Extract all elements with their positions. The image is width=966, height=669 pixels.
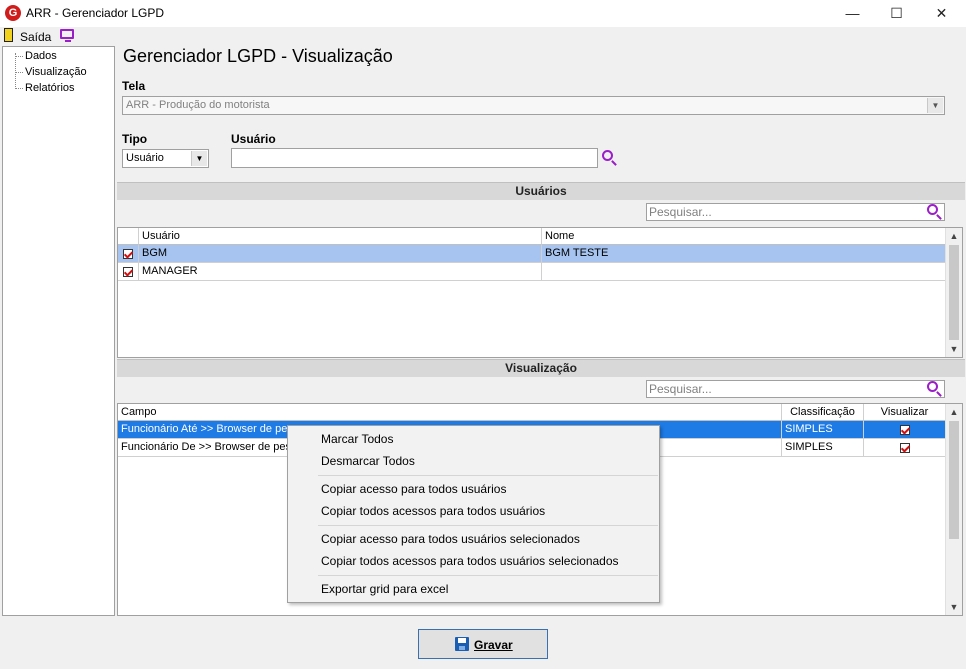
- row-checkbox[interactable]: [123, 249, 133, 259]
- page-title: Gerenciador LGPD - Visualização: [123, 46, 393, 66]
- menu-item-copiar-todos-acessos-todos[interactable]: Copiar todos acessos para todos usuários: [321, 504, 545, 518]
- magnifier-lens: [927, 204, 938, 215]
- cell-nome: BGM TESTE: [542, 245, 946, 263]
- cell-classificacao: SIMPLES: [782, 439, 864, 457]
- row-checkbox-cell[interactable]: [118, 245, 139, 263]
- view-grid-header-classificacao[interactable]: Classificação: [782, 404, 864, 421]
- tree-branch: [15, 72, 23, 73]
- close-button[interactable]: ✕: [919, 0, 964, 27]
- view-grid-header-visualizar[interactable]: Visualizar: [864, 404, 946, 421]
- tela-label: Tela: [122, 79, 146, 93]
- visualizar-checkbox[interactable]: [900, 425, 910, 435]
- cell-visualizar[interactable]: [864, 421, 946, 439]
- magnifier-handle: [936, 214, 942, 220]
- app-logo-icon: G: [5, 5, 21, 21]
- sidebar-item-visualizacao[interactable]: Visualização: [25, 66, 87, 78]
- cell-visualizar[interactable]: [864, 439, 946, 457]
- toolbar: [0, 27, 966, 45]
- row-checkbox[interactable]: [123, 267, 133, 277]
- tipo-select[interactable]: Usuário ▼: [122, 149, 209, 168]
- menu-item-marcar-todos[interactable]: Marcar Todos: [321, 432, 393, 446]
- users-grid-header-usuario[interactable]: Usuário: [139, 228, 542, 245]
- view-search-input[interactable]: Pesquisar...: [646, 380, 945, 398]
- view-grid-header-campo[interactable]: Campo: [118, 404, 782, 421]
- row-checkbox-cell[interactable]: [118, 263, 139, 281]
- maximize-button[interactable]: ☐: [874, 0, 919, 27]
- tela-select-value: ARR - Produção do motorista: [126, 99, 270, 111]
- tela-select[interactable]: ARR - Produção do motorista ▼: [122, 96, 945, 115]
- tipo-select-value: Usuário: [126, 152, 164, 164]
- minimize-button[interactable]: —: [830, 0, 875, 27]
- cell-nome: [542, 263, 946, 281]
- window-title: ARR - Gerenciador LGPD: [26, 6, 165, 20]
- monitor-stand: [65, 40, 71, 42]
- scroll-up-icon[interactable]: ▲: [946, 404, 962, 420]
- usuario-input[interactable]: [231, 148, 598, 168]
- menu-item-copiar-acesso-todos[interactable]: Copiar acesso para todos usuários: [321, 482, 506, 496]
- chevron-down-icon: ▼: [191, 151, 207, 166]
- scroll-up-icon[interactable]: ▲: [946, 228, 962, 244]
- sidebar-item-relatorios[interactable]: Relatórios: [25, 82, 75, 94]
- menu-separator: [318, 525, 658, 526]
- monitor-icon[interactable]: [60, 29, 74, 39]
- save-button-label: Gravar: [474, 638, 513, 652]
- users-grid: Usuário Nome BGM BGM TESTE MANAGER ▲ ▼: [117, 227, 963, 358]
- cell-classificacao: SIMPLES: [782, 421, 864, 439]
- users-section-header: Usuários: [117, 182, 965, 200]
- tipo-label: Tipo: [122, 132, 148, 146]
- magnifier-handle: [611, 160, 617, 166]
- scroll-thumb[interactable]: [949, 421, 959, 539]
- view-section-header: Visualização: [117, 359, 965, 377]
- save-button[interactable]: Gravar: [418, 629, 548, 659]
- users-search-input[interactable]: Pesquisar...: [646, 203, 945, 221]
- usuario-label: Usuário: [231, 132, 276, 146]
- users-grid-check-header: [118, 228, 139, 245]
- usuario-search-icon[interactable]: [602, 150, 620, 168]
- scroll-thumb[interactable]: [949, 245, 959, 340]
- users-search-icon[interactable]: [927, 204, 945, 222]
- menu-separator: [318, 575, 658, 576]
- menu-item-copiar-todos-acessos-selecionados[interactable]: Copiar todos acessos para todos usuários…: [321, 554, 619, 568]
- magnifier-lens: [927, 381, 938, 392]
- menu-separator: [318, 475, 658, 476]
- tree-connector: [15, 53, 16, 89]
- tree-branch: [15, 88, 23, 89]
- menu-item-copiar-acesso-selecionados[interactable]: Copiar acesso para todos usuários seleci…: [321, 532, 580, 546]
- scroll-down-icon[interactable]: ▼: [946, 599, 962, 615]
- cell-usuario: BGM: [139, 245, 542, 263]
- visualizar-checkbox[interactable]: [900, 443, 910, 453]
- users-grid-header-nome[interactable]: Nome: [542, 228, 946, 245]
- exit-button[interactable]: Saída: [20, 30, 51, 44]
- menu-item-desmarcar-todos[interactable]: Desmarcar Todos: [321, 454, 415, 468]
- sidebar-tree: Dados Visualização Relatórios: [2, 46, 115, 616]
- users-grid-scrollbar[interactable]: ▲ ▼: [945, 228, 962, 357]
- view-grid-scrollbar[interactable]: ▲ ▼: [945, 404, 962, 615]
- menu-item-exportar-excel[interactable]: Exportar grid para excel: [321, 582, 448, 596]
- exit-door-icon[interactable]: [4, 28, 13, 42]
- magnifier-lens: [602, 150, 613, 161]
- chevron-down-icon: ▼: [927, 98, 943, 113]
- tree-branch: [15, 56, 23, 57]
- magnifier-handle: [936, 391, 942, 397]
- floppy-disk-icon: [455, 637, 469, 651]
- context-menu: Marcar Todos Desmarcar Todos Copiar aces…: [287, 425, 660, 603]
- cell-usuario: MANAGER: [139, 263, 542, 281]
- view-search-icon[interactable]: [927, 381, 945, 399]
- scroll-down-icon[interactable]: ▼: [946, 341, 962, 357]
- sidebar-item-dados[interactable]: Dados: [25, 50, 57, 62]
